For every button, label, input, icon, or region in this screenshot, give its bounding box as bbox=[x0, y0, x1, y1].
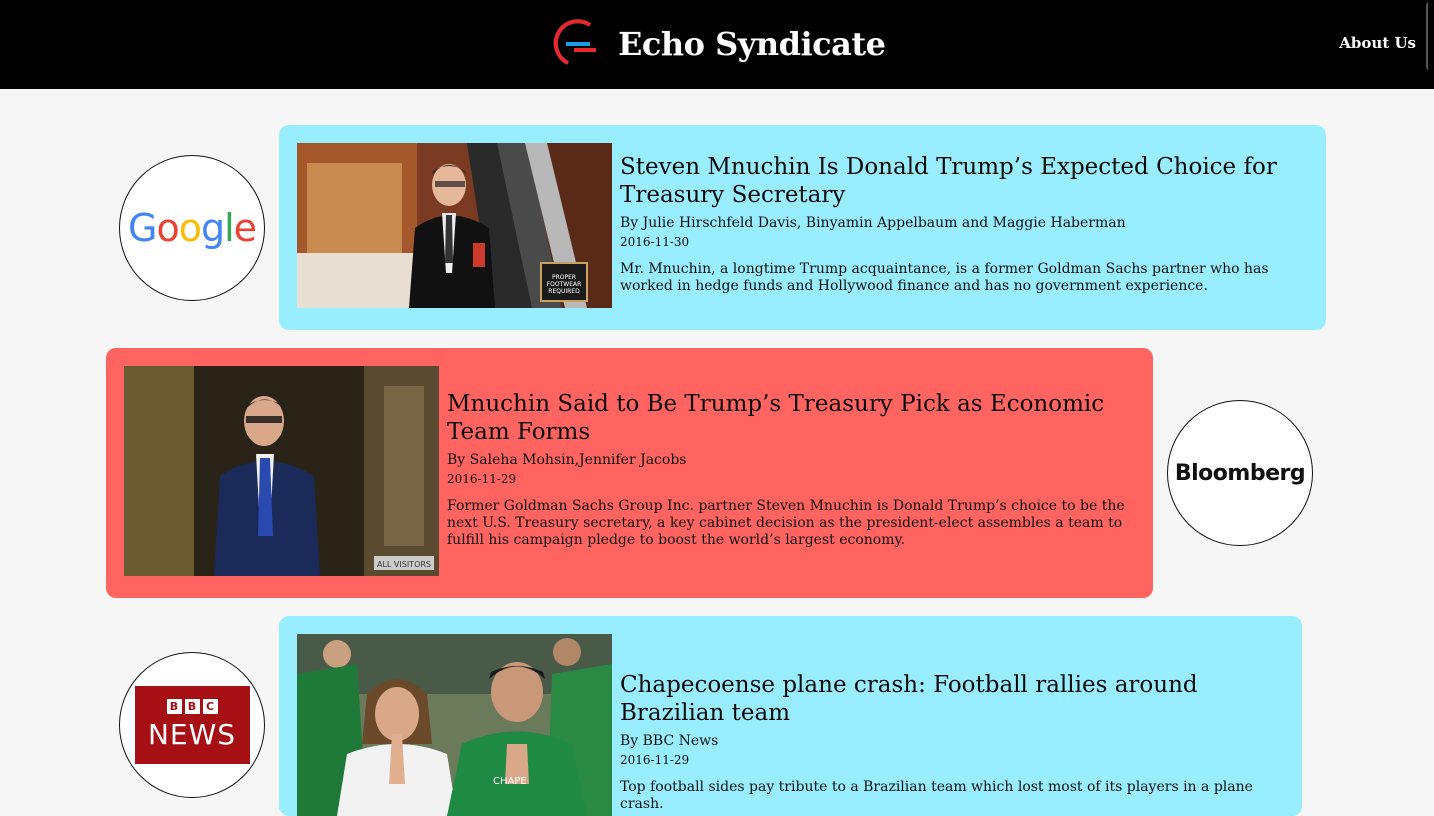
article-photo[interactable]: ALL VISITORS bbox=[124, 366, 439, 576]
article-date: 2016-11-30 bbox=[620, 235, 690, 249]
svg-text:CHAPE: CHAPE bbox=[493, 776, 527, 787]
article-date: 2016-11-29 bbox=[447, 472, 517, 486]
article-text: Mnuchin Said to Be Trump’s Treasury Pick… bbox=[447, 390, 1137, 549]
svg-text:ALL VISITORS: ALL VISITORS bbox=[377, 560, 431, 569]
article-byline: By Julie Hirschfeld Davis, Binyamin Appe… bbox=[620, 215, 1126, 231]
article-photo[interactable]: PROPER FOOTWEAR REQUIRED bbox=[297, 143, 612, 308]
echo-syndicate-logo-icon bbox=[553, 19, 596, 65]
article-headline[interactable]: Chapecoense plane crash: Football rallie… bbox=[620, 671, 1290, 727]
about-us-link[interactable]: About Us bbox=[1339, 34, 1416, 52]
bloomberg-logo: Bloomberg bbox=[1174, 460, 1306, 486]
article-photo[interactable]: CHAPE bbox=[297, 634, 612, 816]
article-card[interactable]: ALL VISITORS Mnuchin Said to Be Trump’s … bbox=[106, 348, 1153, 598]
article-headline[interactable]: Steven Mnuchin Is Donald Trump’s Expecte… bbox=[620, 153, 1310, 209]
article-card[interactable]: PROPER FOOTWEAR REQUIRED Steven Mnuchin … bbox=[279, 125, 1326, 330]
article-headline[interactable]: Mnuchin Said to Be Trump’s Treasury Pick… bbox=[447, 390, 1137, 446]
article-text: Steven Mnuchin Is Donald Trump’s Expecte… bbox=[620, 153, 1310, 295]
article-date: 2016-11-29 bbox=[620, 753, 690, 767]
article-summary: Former Goldman Sachs Group Inc. partner … bbox=[447, 498, 1125, 548]
source-logo-bloomberg[interactable]: Bloomberg bbox=[1167, 400, 1313, 546]
article-text: Chapecoense plane crash: Football rallie… bbox=[620, 671, 1290, 813]
scrollbar[interactable] bbox=[1426, 2, 1434, 70]
google-logo: Google bbox=[127, 206, 257, 250]
source-logo-bbc[interactable]: B B C NEWS bbox=[119, 652, 265, 798]
bbc-news-logo: B B C NEWS bbox=[134, 686, 250, 764]
article-card[interactable]: CHAPE Chapecoense plane crash: Football … bbox=[279, 616, 1302, 816]
article-byline: By Saleha Mohsin,Jennifer Jacobs bbox=[447, 452, 687, 468]
svg-text:FOOTWEAR: FOOTWEAR bbox=[547, 281, 582, 288]
article-summary: Mr. Mnuchin, a longtime Trump acquaintan… bbox=[620, 261, 1269, 294]
article-summary: Top football sides pay tribute to a Braz… bbox=[620, 779, 1253, 812]
source-logo-google[interactable]: Google bbox=[119, 155, 265, 301]
top-navigation-bar: Echo Syndicate About Us bbox=[0, 0, 1434, 89]
article-byline: By BBC News bbox=[620, 733, 719, 749]
site-title: Echo Syndicate bbox=[618, 25, 886, 63]
svg-text:REQUIRED: REQUIRED bbox=[548, 288, 580, 295]
svg-text:PROPER: PROPER bbox=[552, 274, 576, 281]
brand[interactable]: Echo Syndicate bbox=[550, 16, 886, 72]
